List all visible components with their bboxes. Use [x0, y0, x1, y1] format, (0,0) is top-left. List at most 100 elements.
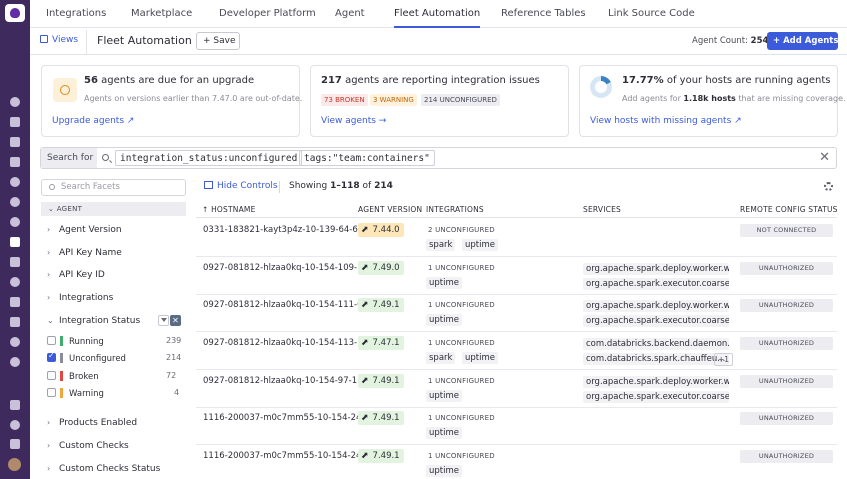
save-button[interactable]: + Save — [196, 32, 240, 50]
integration-tag[interactable]: uptime — [462, 239, 498, 251]
facet-integration-status[interactable]: ⌄ Integration Status — [47, 316, 140, 326]
integration-tag[interactable]: uptime — [426, 277, 462, 289]
integrations-plug-icon[interactable] — [10, 439, 20, 449]
facet-custom-checks-status[interactable]: › Custom Checks Status — [47, 464, 160, 474]
warning-checkbox[interactable] — [47, 388, 56, 397]
upgrade-arrow-icon: ⬈ — [361, 451, 369, 461]
table-row[interactable]: 1116-200037-m0c7mm55-10-154-24... ⬈ 7.49.1… — [196, 407, 837, 445]
tab-developer-platform[interactable]: Developer Platform — [219, 0, 316, 28]
logs-icon[interactable] — [10, 297, 20, 307]
table-row[interactable]: 0927-081812-hlzaa0kq-10-154-111-68 ⬈ 7.49.… — [196, 294, 837, 332]
view-agents-link[interactable]: View agents → — [321, 116, 386, 126]
facet-integrations[interactable]: › Integrations — [47, 293, 113, 303]
dashboards-icon[interactable] — [10, 157, 20, 167]
search-icon[interactable] — [10, 97, 20, 107]
infrastructure-icon[interactable] — [10, 177, 20, 187]
unconfigured-checkbox[interactable] — [47, 351, 56, 362]
facet-api-key-id[interactable]: › API Key ID — [47, 270, 105, 280]
hostname-cell[interactable]: 0927-081812-hlzaa0kq-10-154-113-1... — [203, 338, 371, 348]
facet-products-enabled[interactable]: › Products Enabled — [47, 418, 137, 428]
facet-value-unconfigured[interactable]: Unconfigured — [47, 351, 126, 364]
help-icon[interactable] — [10, 420, 20, 430]
external-link-icon: ↗ — [734, 116, 742, 126]
facet-section-agent[interactable]: ⌄ AGENT — [41, 202, 186, 216]
tab-integrations[interactable]: Integrations — [46, 0, 106, 28]
hide-controls-button[interactable]: Hide Controls — [204, 181, 278, 191]
service-tag[interactable]: org.apache.spark.executor.coarsegr... — [583, 315, 729, 327]
integration-tag[interactable]: uptime — [426, 465, 462, 477]
hostname-cell[interactable]: 0927-081812-hlzaa0kq-10-154-97-118 — [203, 376, 368, 386]
facet-value-broken[interactable]: Broken — [47, 371, 99, 382]
integration-tag[interactable]: uptime — [426, 390, 462, 402]
agent-version-text: 7.49.0 — [372, 263, 400, 273]
col-remote-config-status[interactable]: REMOTE CONFIG STATUS — [740, 205, 838, 214]
search-bar[interactable]: Search for integration_status:unconfigur… — [40, 147, 837, 169]
facet-search-input[interactable]: Search Facets — [41, 179, 186, 196]
chat-icon[interactable] — [10, 400, 20, 410]
table-row[interactable]: 0927-081812-hlzaa0kq-10-154-109-1... ⬈ 7.4… — [196, 257, 837, 295]
tab-fleet-automation[interactable]: Fleet Automation — [394, 0, 481, 28]
add-agents-button[interactable]: + Add Agents — [767, 32, 838, 50]
integration-tag[interactable]: spark — [426, 352, 456, 364]
service-tag[interactable]: org.apache.spark.executor.coarsegr... — [583, 391, 729, 403]
service-mgmt-icon[interactable] — [10, 137, 20, 147]
hostname-cell[interactable]: 0927-081812-hlzaa0kq-10-154-109-1... — [203, 263, 371, 273]
agent-version-text: 7.44.0 — [372, 225, 400, 235]
integration-tag[interactable]: uptime — [426, 314, 462, 326]
service-tag[interactable]: org.apache.spark.deploy.worker.wo... — [583, 376, 729, 388]
monitors-icon[interactable] — [10, 197, 20, 207]
service-tag[interactable]: org.apache.spark.deploy.worker.wo... — [583, 300, 729, 312]
metrics-icon[interactable] — [10, 217, 20, 227]
integration-tag[interactable]: uptime — [462, 352, 498, 364]
facet-value-warning[interactable]: Warning — [47, 388, 104, 399]
col-integrations[interactable]: INTEGRATIONS — [426, 205, 484, 214]
clear-search-icon[interactable]: ✕ — [819, 150, 830, 165]
security-icon[interactable] — [10, 337, 20, 347]
agent-count-label: Agent Count: — [692, 36, 748, 46]
col-agent-version[interactable]: AGENT VERSION — [358, 205, 422, 214]
network-icon[interactable] — [10, 277, 20, 287]
tab-agent[interactable]: Agent — [335, 0, 365, 28]
facet-value-running[interactable]: Running — [47, 336, 104, 347]
integration-tag[interactable]: uptime — [426, 427, 462, 439]
hostname-cell[interactable]: 1116-200037-m0c7mm55-10-154-24... — [203, 413, 370, 423]
col-hostname[interactable]: ↑ HOSTNAME — [202, 205, 256, 214]
facet-custom-checks[interactable]: › Custom Checks — [47, 441, 129, 451]
service-tag[interactable]: org.apache.spark.executor.coarsegr... — [583, 278, 729, 290]
service-tag[interactable]: com.databricks.backend.daemon.dr... — [583, 338, 729, 350]
view-missing-hosts-link[interactable]: View hosts with missing agents ↗ — [590, 116, 742, 126]
hostname-cell[interactable]: 0331-183821-kayt3p4z-10-139-64-6 — [203, 225, 358, 235]
hostname-cell[interactable]: 0927-081812-hlzaa0kq-10-154-111-68 — [203, 300, 368, 310]
clear-facet-icon[interactable]: ✕ — [170, 315, 181, 326]
avatar[interactable] — [8, 458, 21, 471]
facet-api-key-name[interactable]: › API Key Name — [47, 248, 122, 258]
service-tag[interactable]: com.databricks.spark.chauffeu... — [583, 353, 729, 365]
datadog-logo-icon[interactable] — [5, 4, 25, 22]
integrations-icon[interactable] — [10, 237, 20, 247]
filter-icon[interactable] — [158, 315, 169, 326]
table-row[interactable]: 0927-081812-hlzaa0kq-10-154-97-118 ⬈ 7.49.… — [196, 370, 837, 408]
apm-icon[interactable] — [10, 257, 20, 267]
tab-link-source-code[interactable]: Link Source Code — [608, 0, 695, 28]
search-chip-team-tag[interactable]: tags:"team:containers" — [299, 150, 435, 166]
table-row[interactable]: 1116-200037-m0c7mm55-10-154-24... ⬈ 7.49.1… — [196, 445, 837, 479]
views-button[interactable]: Views — [40, 35, 78, 45]
tab-reference-tables[interactable]: Reference Tables — [501, 0, 586, 28]
service-tag[interactable]: org.apache.spark.deploy.worker.wo... — [583, 263, 729, 275]
upgrade-agents-link[interactable]: Upgrade agents ↗ — [52, 116, 134, 126]
tab-marketplace[interactable]: Marketplace — [131, 0, 192, 28]
ux-monitoring-icon[interactable] — [10, 317, 20, 327]
col-services[interactable]: SERVICES — [583, 205, 621, 214]
search-chip-integration-status[interactable]: integration_status:unconfigured — [115, 150, 303, 166]
broken-checkbox[interactable] — [47, 371, 56, 380]
more-services-button[interactable]: +1 — [714, 353, 734, 366]
table-row[interactable]: 0331-183821-kayt3p4z-10-139-64-6 ⬈ 7.44.0 2… — [196, 219, 837, 257]
ci-icon[interactable] — [10, 357, 20, 367]
watchdog-icon[interactable] — [10, 117, 20, 127]
table-row[interactable]: 0927-081812-hlzaa0kq-10-154-113-1... ⬈ 7.4… — [196, 332, 837, 370]
hostname-cell[interactable]: 1116-200037-m0c7mm55-10-154-24... — [203, 451, 370, 461]
running-checkbox[interactable] — [47, 336, 56, 345]
facet-agent-version[interactable]: › Agent Version — [47, 225, 122, 235]
gear-icon[interactable] — [824, 182, 833, 191]
integration-tag[interactable]: spark — [426, 239, 456, 251]
